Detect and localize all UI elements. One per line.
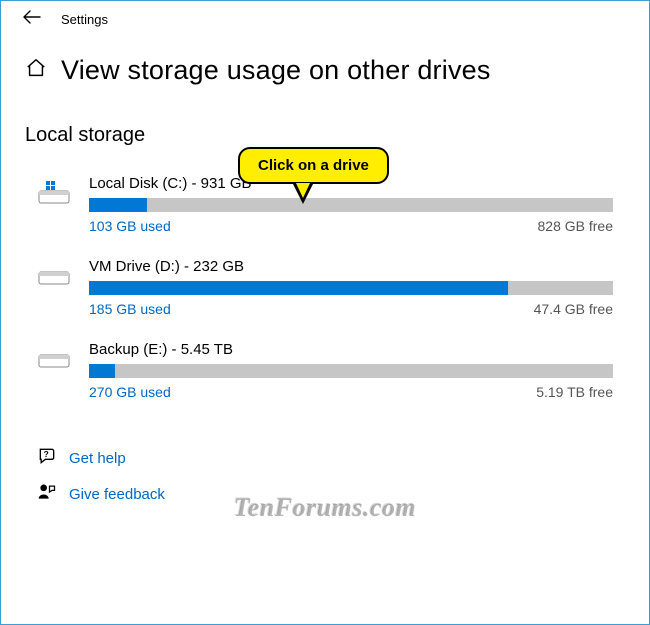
drive-usage-fill [89,281,508,295]
window-title: Settings [61,12,108,27]
drive-used: 103 GB used [89,218,171,234]
drive-d[interactable]: VM Drive (D:) - 232 GB 185 GB used 47.4 … [37,244,613,327]
page-header: View storage usage on other drives [1,37,649,96]
titlebar: Settings [1,1,649,37]
drive-usage-bar [89,198,613,212]
help-section: ? Get help Give feedback [1,410,649,512]
drive-free: 47.4 GB free [534,301,613,317]
drive-free: 5.19 TB free [536,384,613,400]
chat-help-icon: ? [37,446,57,470]
drive-usage-bar [89,281,613,295]
drive-usage-bar [89,364,613,378]
drive-icon [37,341,73,400]
drive-label: VM Drive (D:) - 232 GB [89,258,613,275]
feedback-icon [37,482,57,506]
drive-free: 828 GB free [538,218,614,234]
drive-e[interactable]: Backup (E:) - 5.45 TB 270 GB used 5.19 T… [37,327,613,410]
arrow-left-icon [23,10,41,24]
get-help-link[interactable]: ? Get help [37,440,649,476]
give-feedback-label: Give feedback [69,486,165,503]
system-drive-icon [37,175,73,234]
page-title: View storage usage on other drives [61,55,491,86]
drive-c[interactable]: Local Disk (C:) - 931 GB 103 GB used 828… [37,161,613,244]
drive-usage-fill [89,364,115,378]
drive-label: Backup (E:) - 5.45 TB [89,341,613,358]
drive-label: Local Disk (C:) - 931 GB [89,175,613,192]
section-title: Local storage [1,96,649,147]
drive-icon [37,258,73,317]
svg-text:?: ? [44,449,49,459]
drive-used: 270 GB used [89,384,171,400]
drives-list: Local Disk (C:) - 931 GB 103 GB used 828… [1,147,649,410]
home-icon[interactable] [25,57,47,84]
drive-usage-fill [89,198,147,212]
back-button[interactable] [13,6,51,33]
give-feedback-link[interactable]: Give feedback [37,476,649,512]
get-help-label: Get help [69,450,126,467]
drive-used: 185 GB used [89,301,171,317]
